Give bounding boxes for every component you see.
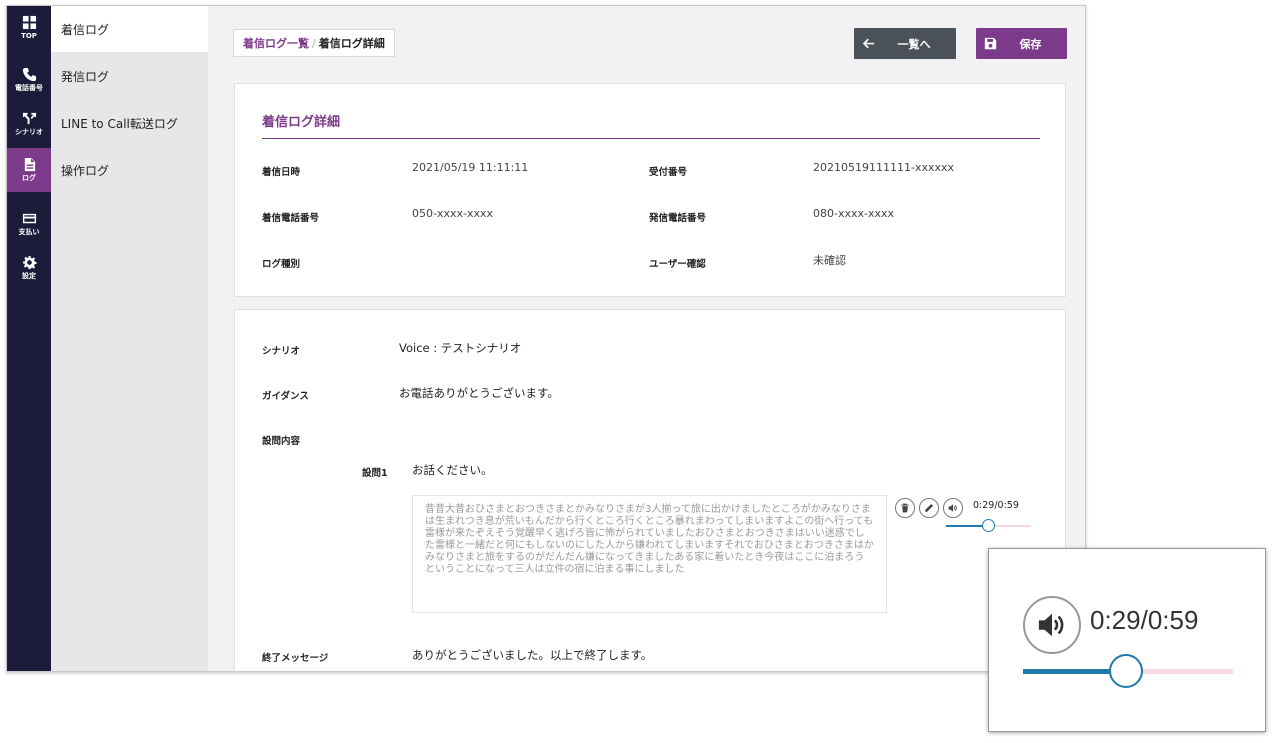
call-detail-card: 着信ログ詳細 着信日時 2021/05/19 11:11:11 受付番号 202… [234, 83, 1066, 297]
receipt-number-label: 受付番号 [649, 167, 688, 178]
user-confirm-label: ユーザー確認 [649, 259, 706, 270]
app-window: TOP 電話番号 シナリオ ログ 支払い 設定 着信ログ 発信ログ LINE t… [6, 5, 1086, 672]
floppy-disk-icon [984, 37, 996, 50]
submenu-item-outgoing-log[interactable]: 発信ログ [51, 53, 208, 99]
rail-label: ログ [22, 174, 36, 182]
main-content: 着信ログ一覧 / 着信ログ詳細 一覧へ 保存 着信ログ詳細 着信日時 2021/… [208, 6, 1085, 671]
rail-label: TOP [21, 32, 37, 40]
delete-recording-button[interactable] [895, 498, 915, 518]
save-button-label: 保存 [1019, 37, 1042, 51]
zoom-seek-bar-handle[interactable] [1108, 654, 1143, 688]
rail-item-scenario[interactable]: シナリオ [7, 102, 51, 146]
caller-number-value: 080-xxxx-xxxx [813, 207, 895, 220]
pencil-icon [925, 503, 934, 512]
branch-icon [22, 112, 36, 125]
edit-transcript-button[interactable] [919, 498, 939, 518]
rail-item-phone-numbers[interactable]: 電話番号 [7, 58, 51, 102]
questions-label: 設問内容 [262, 436, 301, 447]
user-confirm-value: 未確認 [813, 254, 846, 267]
trash-icon [901, 503, 909, 513]
rail-label: 設定 [22, 272, 36, 280]
breadcrumb-separator: / [312, 36, 316, 50]
incoming-number-label: 着信電話番号 [262, 213, 320, 224]
rail-label: 支払い [18, 228, 40, 236]
submenu-item-operation-log[interactable]: 操作ログ [51, 147, 208, 193]
save-button[interactable]: 保存 [976, 28, 1067, 59]
playback-time: 0:29/0:59 [973, 500, 1019, 511]
scenario-detail-card: シナリオ Voice : テストシナリオ ガイダンス お電話ありがとうございます… [234, 309, 1066, 671]
document-icon [24, 157, 35, 172]
back-button-label: 一覧へ [897, 37, 931, 51]
speaker-icon [948, 504, 957, 512]
end-message-value: ありがとうございました。以上で終了します。 [412, 648, 653, 662]
grid-icon [22, 15, 36, 30]
question-1-label: 設問1 [362, 468, 388, 479]
zoom-seek-bar[interactable] [1023, 654, 1233, 688]
icon-rail: TOP 電話番号 シナリオ ログ 支払い 設定 [7, 6, 51, 671]
submenu-item-line-to-call-log[interactable]: LINE to Call転送ログ [51, 100, 208, 146]
log-submenu: 着信ログ 発信ログ LINE to Call転送ログ 操作ログ [51, 6, 208, 671]
zoom-play-audio-button[interactable] [1023, 596, 1081, 654]
speaker-icon [1038, 613, 1064, 637]
card-icon [22, 213, 36, 224]
guidance-label: ガイダンス [262, 391, 309, 402]
caller-number-label: 発信電話番号 [649, 213, 707, 224]
submenu-item-incoming-log[interactable]: 着信ログ [51, 6, 208, 52]
phone-icon [22, 67, 36, 82]
screenshot-stage: TOP 電話番号 シナリオ ログ 支払い 設定 着信ログ 発信ログ LINE t… [0, 0, 1273, 743]
seek-bar[interactable] [946, 519, 1031, 532]
seek-bar-handle[interactable] [981, 519, 995, 532]
back-to-list-button[interactable]: 一覧へ [854, 28, 956, 59]
zoom-playback-time: 0:29/0:59 [1090, 605, 1199, 635]
rail-label: シナリオ [15, 128, 43, 136]
play-audio-button[interactable] [943, 498, 963, 518]
question-1-value: お話ください。 [412, 463, 493, 477]
gear-icon [22, 255, 37, 270]
call-datetime-label: 着信日時 [262, 167, 301, 178]
breadcrumb: 着信ログ一覧 / 着信ログ詳細 [233, 29, 395, 57]
answer-transcript: 昔昔大昔おひさまとおつきさまとかみなりさまが3人揃って旅に出かけましたところがか… [412, 495, 887, 613]
rail-label: 電話番号 [15, 84, 43, 92]
breadcrumb-link-incoming-log-list[interactable]: 着信ログ一覧 [243, 35, 309, 51]
guidance-value: お電話ありがとうございます。 [399, 386, 559, 400]
incoming-number-value: 050-xxxx-xxxx [412, 207, 494, 220]
rail-item-settings[interactable]: 設定 [7, 246, 51, 290]
end-message-label: 終了メッセージ [262, 653, 329, 664]
title-divider [262, 138, 1040, 139]
log-type-label: ログ種別 [262, 259, 301, 270]
player-zoom-inset: 0:29/0:59 [988, 548, 1266, 732]
rail-item-top[interactable]: TOP [7, 6, 51, 50]
rail-item-payment[interactable]: 支払い [7, 202, 51, 246]
receipt-number-value: 20210519111111-xxxxxx [813, 161, 955, 174]
arrow-left-icon [862, 38, 874, 49]
call-datetime-value: 2021/05/19 11:11:11 [412, 161, 529, 174]
scenario-value: Voice : テストシナリオ [399, 341, 522, 355]
scenario-label: シナリオ [262, 346, 301, 357]
card-title: 着信ログ詳細 [262, 115, 341, 130]
rail-item-log[interactable]: ログ [7, 148, 51, 192]
breadcrumb-current: 着信ログ詳細 [318, 37, 385, 50]
